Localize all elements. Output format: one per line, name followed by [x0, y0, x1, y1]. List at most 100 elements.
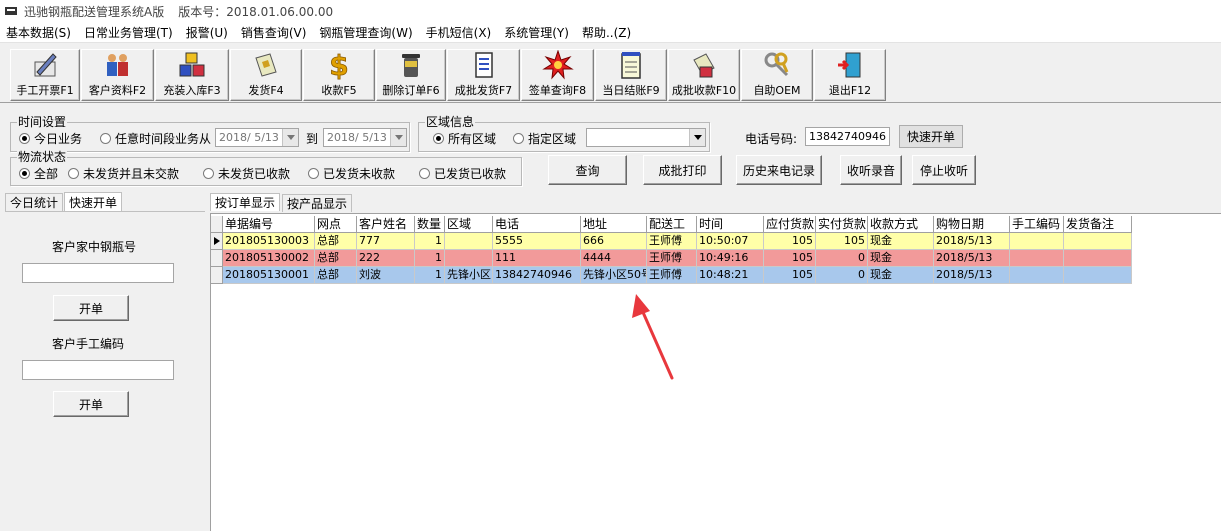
cylinder-number-input[interactable]	[22, 263, 174, 283]
col-payment-method-cell[interactable]: 现金	[868, 267, 934, 284]
manual-ticket-button[interactable]: 手工开票F1	[10, 49, 80, 101]
date-from-picker[interactable]: 2018/ 5/13	[215, 128, 299, 147]
col-amount-paid-cell[interactable]: 105	[816, 233, 868, 250]
col-area-cell[interactable]	[445, 233, 493, 250]
radio-time-range[interactable]: 任意时间段业务从	[100, 130, 211, 147]
col-time-header[interactable]: 时间	[697, 216, 764, 233]
col-manual-code-cell[interactable]	[1010, 233, 1064, 250]
col-payment-method-cell[interactable]: 现金	[868, 250, 934, 267]
col-quantity-cell[interactable]: 1	[415, 233, 445, 250]
col-quantity-cell[interactable]: 1	[415, 250, 445, 267]
menu-cylinder-query[interactable]: 钢瓶管理查询(W)	[319, 24, 412, 41]
col-phone-cell[interactable]: 13842740946	[493, 267, 581, 284]
col-quantity-header[interactable]: 数量	[415, 216, 445, 233]
col-delivery-note-cell[interactable]	[1064, 233, 1132, 250]
self-service-oem-button[interactable]: 自助OEM	[741, 49, 813, 101]
col-phone-cell[interactable]: 111	[493, 250, 581, 267]
open-order-by-cylinder-button[interactable]: 开单	[53, 295, 129, 321]
col-delivery-worker-cell[interactable]: 王师傅	[647, 233, 697, 250]
radio-status-all[interactable]: 全部	[19, 165, 58, 182]
col-delivery-worker-header[interactable]: 配送工	[647, 216, 697, 233]
listen-recording-button[interactable]: 收听录音	[840, 155, 902, 185]
tab-by-order[interactable]: 按订单显示	[210, 193, 281, 211]
delete-order-button[interactable]: 删除订单F6	[376, 49, 446, 101]
phone-input[interactable]: 13842740946	[805, 127, 890, 146]
col-customer-name-cell[interactable]: 777	[357, 233, 415, 250]
radio-all-regions[interactable]: 所有区域	[433, 130, 496, 147]
col-delivery-worker-cell[interactable]: 王师傅	[647, 250, 697, 267]
col-delivery-worker-cell[interactable]: 王师傅	[647, 267, 697, 284]
menu-system[interactable]: 系统管理(Y)	[504, 24, 569, 41]
col-area-cell[interactable]	[445, 250, 493, 267]
current-row-indicator-icon[interactable]	[211, 233, 223, 250]
col-time-cell[interactable]: 10:48:21	[697, 267, 764, 284]
radio-specific-region[interactable]: 指定区域	[513, 130, 576, 147]
col-amount-due-cell[interactable]: 105	[764, 250, 816, 267]
open-order-by-code-button[interactable]: 开单	[53, 391, 129, 417]
col-address-cell[interactable]: 666	[581, 233, 647, 250]
row-indicator[interactable]	[211, 250, 223, 267]
table-row[interactable]: 201805130002 总部 222 1 111 4444 王师傅 10:49:16 105 0…	[211, 250, 1132, 267]
manual-code-input[interactable]	[22, 360, 174, 380]
batch-print-button[interactable]: 成批打印	[643, 155, 722, 185]
col-customer-name-cell[interactable]: 刘波	[357, 267, 415, 284]
chevron-down-icon[interactable]	[390, 129, 406, 146]
col-order-no-cell[interactable]: 201805130003	[223, 233, 315, 250]
col-delivery-note-cell[interactable]	[1064, 267, 1132, 284]
signed-order-query-button[interactable]: 签单查询F8	[521, 49, 594, 101]
daily-settlement-button[interactable]: 当日结账F9	[595, 49, 667, 101]
col-customer-name-cell[interactable]: 222	[357, 250, 415, 267]
menu-help[interactable]: 帮助..(Z)	[582, 24, 631, 41]
call-history-button[interactable]: 历史来电记录	[736, 155, 822, 185]
customer-info-button[interactable]: 客户资料F2	[81, 49, 154, 101]
col-address-cell[interactable]: 先锋小区50号	[581, 267, 647, 284]
col-area-header[interactable]: 区域	[445, 216, 493, 233]
query-button[interactable]: 查询	[548, 155, 627, 185]
chevron-down-icon[interactable]	[689, 129, 705, 146]
fill-stock-in-button[interactable]: 充装入库F3	[155, 49, 229, 101]
collect-payment-button[interactable]: $ 收款F5	[303, 49, 375, 101]
col-customer-name-header[interactable]: 客户姓名	[357, 216, 415, 233]
col-branch-cell[interactable]: 总部	[315, 267, 357, 284]
col-amount-paid-cell[interactable]: 0	[816, 250, 868, 267]
exit-button[interactable]: 退出F12	[814, 49, 886, 101]
row-indicator[interactable]	[211, 267, 223, 284]
col-amount-paid-cell[interactable]: 0	[816, 267, 868, 284]
chevron-down-icon[interactable]	[282, 129, 298, 146]
col-delivery-note-cell[interactable]	[1064, 250, 1132, 267]
col-purchase-date-cell[interactable]: 2018/5/13	[934, 250, 1010, 267]
col-order-no-header[interactable]: 单据编号	[223, 216, 315, 233]
quick-order-button[interactable]: 快速开单	[899, 125, 963, 148]
menu-sales-query[interactable]: 销售查询(V)	[241, 24, 307, 41]
col-phone-header[interactable]: 电话	[493, 216, 581, 233]
menu-daily-business[interactable]: 日常业务管理(T)	[84, 24, 173, 41]
col-amount-due-cell[interactable]: 105	[764, 233, 816, 250]
col-time-cell[interactable]: 10:49:16	[697, 250, 764, 267]
stop-listen-button[interactable]: 停止收听	[912, 155, 976, 185]
tab-today-stats[interactable]: 今日统计	[5, 193, 64, 211]
col-manual-code-cell[interactable]	[1010, 267, 1064, 284]
date-to-picker[interactable]: 2018/ 5/13	[323, 128, 407, 147]
col-purchase-date-cell[interactable]: 2018/5/13	[934, 233, 1010, 250]
col-manual-code-cell[interactable]	[1010, 250, 1064, 267]
col-payment-method-cell[interactable]: 现金	[868, 233, 934, 250]
col-branch-cell[interactable]: 总部	[315, 233, 357, 250]
radio-today[interactable]: 今日业务	[19, 130, 82, 147]
col-delivery-note-header[interactable]: 发货备注	[1064, 216, 1132, 233]
col-order-no-cell[interactable]: 201805130002	[223, 250, 315, 267]
ship-button[interactable]: 发货F4	[230, 49, 302, 101]
col-phone-cell[interactable]: 5555	[493, 233, 581, 250]
region-select[interactable]	[586, 128, 706, 147]
radio-status-unshipped-unpaid[interactable]: 未发货并且未交款	[68, 165, 179, 182]
table-row[interactable]: 201805130003 总部 777 1 5555 666 王师傅 10:50:07 105 1…	[211, 233, 1132, 250]
col-branch-cell[interactable]: 总部	[315, 250, 357, 267]
table-row[interactable]: 201805130001 总部 刘波 1 先锋小区 13842740946 先锋小区50号王…	[211, 267, 1132, 284]
col-area-cell[interactable]: 先锋小区	[445, 267, 493, 284]
col-manual-code-header[interactable]: 手工编码	[1010, 216, 1064, 233]
col-quantity-cell[interactable]: 1	[415, 267, 445, 284]
batch-ship-button[interactable]: 成批发货F7	[447, 49, 520, 101]
tab-quick-order[interactable]: 快速开单	[64, 192, 123, 211]
col-purchase-date-cell[interactable]: 2018/5/13	[934, 267, 1010, 284]
col-address-cell[interactable]: 4444	[581, 250, 647, 267]
col-order-no-cell[interactable]: 201805130001	[223, 267, 315, 284]
